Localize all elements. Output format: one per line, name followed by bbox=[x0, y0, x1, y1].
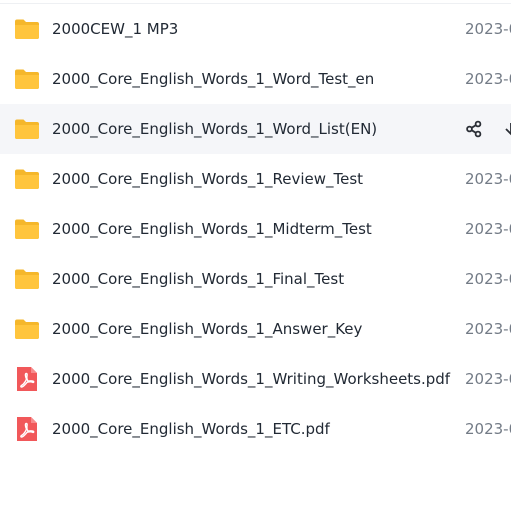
modified-date: 2023-0 bbox=[465, 270, 511, 288]
modified-date: 2023-0 bbox=[465, 370, 511, 388]
file-row[interactable]: 2000_Core_English_Words_1_ETC.pdf 2023-0 bbox=[0, 404, 511, 454]
modified-date: 2023-0 bbox=[465, 170, 511, 188]
file-name: 2000_Core_English_Words_1_Word_Test_en bbox=[52, 70, 375, 88]
modified-date: 2023-0 bbox=[465, 320, 511, 338]
folder-icon bbox=[14, 268, 40, 290]
folder-icon bbox=[14, 118, 40, 140]
file-row[interactable]: 2000_Core_English_Words_1_Midterm_Test 2… bbox=[0, 204, 511, 254]
file-row[interactable]: 2000_Core_English_Words_1_Writing_Worksh… bbox=[0, 354, 511, 404]
modified-date: 2023-0 bbox=[465, 20, 511, 38]
download-icon[interactable] bbox=[505, 120, 511, 138]
file-name: 2000CEW_1 MP3 bbox=[52, 20, 179, 38]
pdf-file-icon bbox=[14, 366, 40, 392]
folder-icon bbox=[14, 218, 40, 240]
modified-date: 2023-0 bbox=[465, 70, 511, 88]
file-name: 2000_Core_English_Words_1_ETC.pdf bbox=[52, 420, 330, 438]
modified-date: 2023-0 bbox=[465, 220, 511, 238]
file-row[interactable]: 2000_Core_English_Words_1_Review_Test 20… bbox=[0, 154, 511, 204]
pdf-file-icon bbox=[14, 416, 40, 442]
file-name: 2000_Core_English_Words_1_Review_Test bbox=[52, 170, 364, 188]
folder-icon bbox=[14, 168, 40, 190]
file-name: 2000_Core_English_Words_1_Answer_Key bbox=[52, 320, 363, 338]
folder-icon bbox=[14, 68, 40, 90]
file-row[interactable]: 2000_Core_English_Words_1_Word_Test_en 2… bbox=[0, 54, 511, 104]
file-row[interactable]: 2000_Core_English_Words_1_Answer_Key 202… bbox=[0, 304, 511, 354]
file-row[interactable]: 2000CEW_1 MP3 2023-0 bbox=[0, 4, 511, 54]
folder-icon bbox=[14, 318, 40, 340]
row-actions bbox=[465, 104, 511, 154]
file-name: 2000_Core_English_Words_1_Final_Test bbox=[52, 270, 345, 288]
modified-date: 2023-0 bbox=[465, 420, 511, 438]
file-name: 2000_Core_English_Words_1_Writing_Worksh… bbox=[52, 370, 451, 388]
file-row-hovered[interactable]: 2000_Core_English_Words_1_Word_List(EN) bbox=[0, 104, 511, 154]
file-name: 2000_Core_English_Words_1_Word_List(EN) bbox=[52, 120, 378, 138]
folder-icon bbox=[14, 18, 40, 40]
file-row[interactable]: 2000_Core_English_Words_1_Final_Test 202… bbox=[0, 254, 511, 304]
file-name: 2000_Core_English_Words_1_Midterm_Test bbox=[52, 220, 372, 238]
share-icon[interactable] bbox=[465, 120, 483, 138]
